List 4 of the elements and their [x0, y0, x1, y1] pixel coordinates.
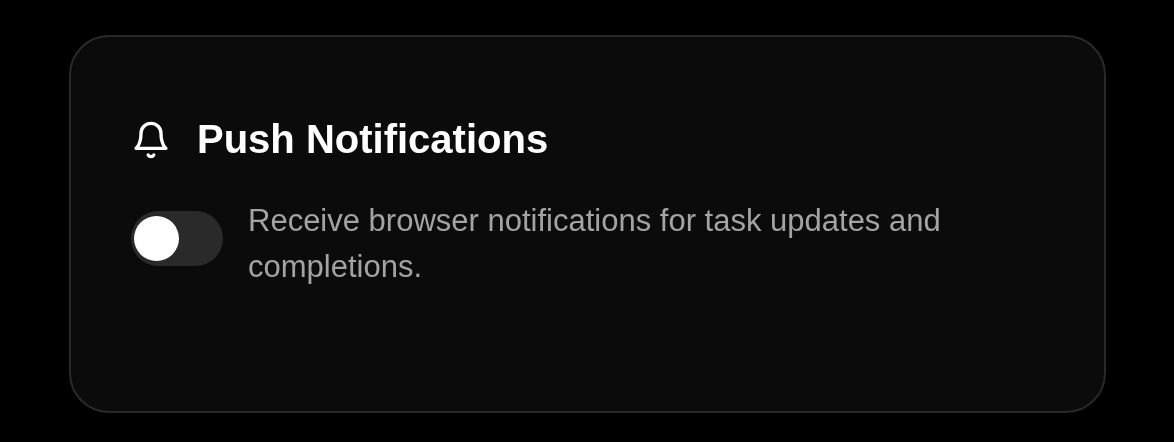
description-text: Receive browser notifications for task updates and completions.: [248, 202, 942, 286]
card-title: Push Notifications: [197, 117, 549, 162]
toggle-switch[interactable]: [131, 211, 223, 266]
bell-icon: [131, 119, 171, 160]
